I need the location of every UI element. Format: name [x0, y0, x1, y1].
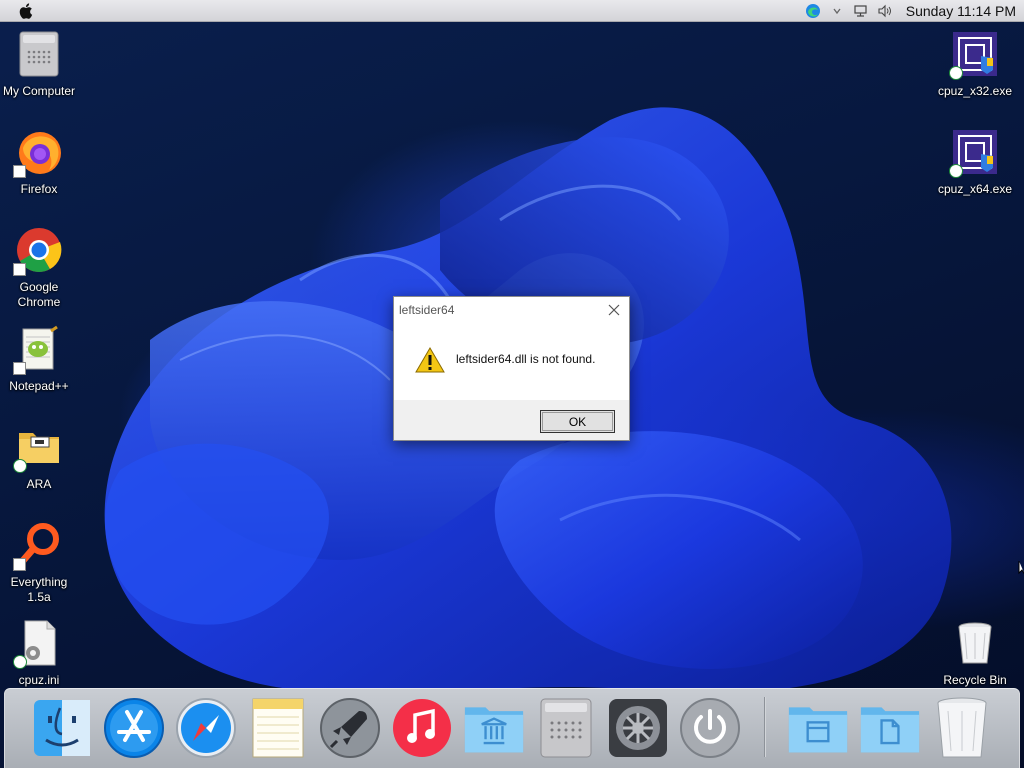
error-dialog: leftsider64 leftsider64.dll is not found… [393, 296, 630, 441]
desktop-icon-label: My Computer [2, 84, 76, 98]
computer-icon [15, 30, 63, 78]
dialog-body: leftsider64.dll is not found. [394, 322, 629, 400]
shortcut-arrow-icon [13, 362, 26, 375]
dialog-title: leftsider64 [399, 303, 455, 317]
applications-folder-icon[interactable] [463, 695, 525, 761]
system-preferences-icon[interactable] [607, 695, 669, 761]
sync-check-icon [13, 655, 27, 669]
desktop-icon-label: Google Chrome [17, 280, 61, 309]
dialog-footer: OK [394, 400, 629, 440]
edge-icon[interactable] [804, 2, 822, 20]
desktop-icon-label: cpuz.ini [18, 673, 60, 687]
shortcut-arrow-icon [13, 165, 26, 178]
firefox-icon [13, 128, 63, 178]
dock-separator [764, 697, 766, 757]
trash-icon[interactable] [931, 695, 993, 761]
desktop-icon-label: Firefox [20, 182, 58, 196]
menu-bar: Sunday 11:14 PM [0, 0, 1024, 22]
desktop-icon-label: ARA [26, 477, 52, 491]
apple-icon[interactable] [18, 2, 36, 20]
power-icon[interactable] [679, 695, 741, 761]
desktop-icon-notepad-plus-plus[interactable]: Notepad++ [1, 325, 77, 394]
network-icon[interactable] [852, 2, 870, 20]
desktop-icon-my-computer[interactable]: My Computer [1, 30, 77, 99]
desktop-icon-cpuz-x32[interactable]: cpuz_x32.exe [937, 30, 1013, 99]
desktop-icon-label: Everything 1.5a [10, 575, 68, 604]
desktop-icon-everything[interactable]: Everything 1.5a [1, 521, 77, 605]
launchpad-icon[interactable] [319, 695, 381, 761]
shortcut-arrow-icon [13, 558, 26, 571]
clock[interactable]: Sunday 11:14 PM [906, 3, 1016, 19]
desktop-icon-label: cpuz_x32.exe [937, 84, 1013, 98]
desktop-icon-recycle-bin[interactable]: Recycle Bin [937, 619, 1013, 688]
chrome-icon [13, 226, 63, 276]
documents-folder-icon[interactable] [787, 695, 849, 761]
app-store-icon[interactable] [103, 695, 165, 761]
notes-icon[interactable] [247, 695, 309, 761]
ok-button[interactable]: OK [540, 410, 615, 433]
sync-check-icon [949, 66, 963, 80]
recycle-bin-icon [951, 619, 999, 667]
mouse-cursor [1018, 560, 1024, 576]
safari-icon[interactable] [175, 695, 237, 761]
everything-icon [13, 521, 63, 571]
close-icon[interactable] [603, 299, 625, 321]
folder-icon [13, 423, 63, 473]
music-icon[interactable] [391, 695, 453, 761]
cpuz-icon [949, 128, 999, 178]
desktop-icon-label: cpuz_x64.exe [937, 182, 1013, 196]
shortcut-arrow-icon [13, 263, 26, 276]
downloads-folder-icon[interactable] [859, 695, 921, 761]
finder-icon[interactable] [31, 695, 93, 761]
sync-check-icon [13, 459, 27, 473]
desktop-icon-cpuz-ini[interactable]: cpuz.ini [1, 619, 77, 688]
cpuz-icon [949, 30, 999, 80]
desktop-icon-cpuz-x64[interactable]: cpuz_x64.exe [937, 128, 1013, 197]
dialog-titlebar[interactable]: leftsider64 [394, 297, 629, 322]
desktop-icon-google-chrome[interactable]: Google Chrome [1, 226, 77, 310]
desktop-icon-ara[interactable]: ARA [1, 423, 77, 492]
desktop-icon-firefox[interactable]: Firefox [1, 128, 77, 197]
dialog-message: leftsider64.dll is not found. [456, 352, 596, 366]
mac-pro-icon[interactable] [535, 695, 597, 761]
desktop-icon-label: Notepad++ [9, 379, 69, 393]
ini-file-icon [13, 619, 63, 669]
desktop-icon-label: Recycle Bin [943, 673, 1007, 687]
notepadpp-icon [13, 325, 63, 375]
dock [4, 688, 1020, 768]
sync-check-icon [949, 164, 963, 178]
warning-icon [415, 346, 445, 374]
chevron-down-icon[interactable] [828, 2, 846, 20]
volume-icon[interactable] [876, 2, 894, 20]
